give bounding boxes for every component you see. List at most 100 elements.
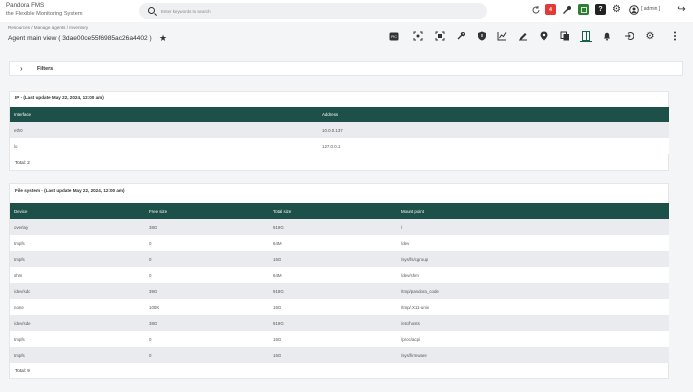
table-cell: lo xyxy=(10,138,318,154)
scan-icon[interactable] xyxy=(412,30,424,42)
table-cell: 919G xyxy=(269,315,397,331)
table-cell: 16G xyxy=(269,331,397,347)
ip-table: Interface Address eth0 10.0.0.137 lo 127… xyxy=(10,107,669,154)
table-cell: /dev/shm xyxy=(397,267,669,283)
bell-icon[interactable] xyxy=(601,30,613,42)
search-input[interactable] xyxy=(161,3,461,19)
table-cell: /sys/firmware xyxy=(397,347,669,363)
table-row: tmpfs 0 64M /dev xyxy=(10,235,669,251)
table-cell: /dev/sdc xyxy=(10,283,145,299)
chevron-right-icon[interactable]: › xyxy=(20,64,23,74)
favorite-star-icon[interactable]: ★ xyxy=(159,33,167,44)
column-header: Interface xyxy=(10,107,318,122)
table-cell: tmpfs xyxy=(10,235,145,251)
table-cell: overlay xyxy=(10,219,145,235)
table-row: tmpfs 0 16G /sys/fs/cgroup xyxy=(10,251,669,267)
logout-icon[interactable]: ↪ xyxy=(676,4,687,15)
location-icon[interactable] xyxy=(538,30,550,42)
table-row: tmpfs 0 16G /proc/acpi xyxy=(10,331,669,347)
table-cell: 100K xyxy=(145,299,269,315)
svg-text:PIC: PIC xyxy=(391,35,397,39)
search-box xyxy=(139,3,487,19)
filters-panel[interactable]: › Filters xyxy=(9,61,683,76)
filesystem-section-title: File system - (Last update May 22, 2024,… xyxy=(15,188,125,193)
user-icon[interactable] xyxy=(628,4,639,15)
brand-tagline: the Flexible Monitoring System xyxy=(6,11,83,17)
table-cell: 38G xyxy=(145,219,269,235)
table-cell: 38G xyxy=(145,315,269,331)
help-icon[interactable]: ? xyxy=(595,4,606,15)
table-cell: tmpfs xyxy=(10,347,145,363)
filesystem-table: Device Free size Total size Mount point … xyxy=(10,203,669,363)
table-row: lo 127.0.0.1 xyxy=(10,138,669,154)
user-name[interactable]: [ admin ] xyxy=(641,4,660,15)
table-cell: 10.0.0.137 xyxy=(318,122,669,138)
brand[interactable]: Pandora FMS the Flexible Monitoring Syst… xyxy=(6,2,82,18)
table-cell: /tmp/.X11-unix xyxy=(397,299,669,315)
table-cell: 919G xyxy=(269,219,397,235)
agent-view-icon[interactable]: PIC xyxy=(388,30,400,42)
table-row: shm 0 64M /dev/shm xyxy=(10,267,669,283)
table-cell: 39G xyxy=(145,283,269,299)
column-header: Mount point xyxy=(397,203,669,219)
table-cell: none xyxy=(10,299,145,315)
table-cell: /sys/fs/cgroup xyxy=(397,251,669,267)
breadcrumb: Resources / Manage agents / Inventory xyxy=(8,25,89,30)
copy-icon[interactable] xyxy=(559,30,571,42)
table-cell: 64M xyxy=(269,235,397,251)
top-bar: Pandora FMS the Flexible Monitoring Syst… xyxy=(0,0,693,22)
shield-icon[interactable] xyxy=(476,30,488,42)
ip-total: Total: 2 xyxy=(15,160,30,165)
inventory-tab-icon[interactable] xyxy=(580,30,592,42)
table-cell: 0 xyxy=(145,267,269,283)
screenshot-icon[interactable] xyxy=(434,30,446,42)
ip-section: IP - (Last update May 22, 2024, 12:00 am… xyxy=(9,91,669,171)
table-cell: 0 xyxy=(145,251,269,267)
table-cell: 16G xyxy=(269,347,397,363)
table-cell: tmpfs xyxy=(10,251,145,267)
more-options-icon[interactable] xyxy=(669,30,681,42)
graph-icon[interactable] xyxy=(496,30,508,42)
edit-icon[interactable] xyxy=(517,30,529,42)
table-cell: 0 xyxy=(145,235,269,251)
search-icon xyxy=(148,7,155,14)
table-cell: 16G xyxy=(269,251,397,267)
table-cell: /dev xyxy=(397,235,669,251)
login-icon[interactable] xyxy=(623,30,635,42)
table-row: overlay 38G 919G / xyxy=(10,219,669,235)
key-icon[interactable] xyxy=(561,4,572,15)
table-row: none 100K 16G /tmp/.X11-unix xyxy=(10,299,669,315)
table-row: /dev/sde 38G 919G /etc/hosts xyxy=(10,315,669,331)
table-cell: 64M xyxy=(269,267,397,283)
table-row: eth0 10.0.0.137 xyxy=(10,122,669,138)
gear-icon[interactable]: ⚙ xyxy=(611,4,622,15)
gear-icon[interactable]: ⚙ xyxy=(644,30,656,42)
refresh-icon[interactable] xyxy=(530,4,541,15)
table-cell: tmpfs xyxy=(10,331,145,347)
table-row: /dev/sdc 39G 918G /tmp/pandora_code xyxy=(10,283,669,299)
table-row: tmpfs 0 16G /sys/firmware xyxy=(10,347,669,363)
table-cell: /dev/sde xyxy=(10,315,145,331)
filesystem-total: Total: 9 xyxy=(15,368,30,373)
table-cell: 127.0.0.1 xyxy=(318,138,669,154)
column-header: Address xyxy=(318,107,669,122)
table-cell: /etc/hosts xyxy=(397,315,669,331)
notification-badge[interactable]: 4 xyxy=(545,4,556,15)
ip-section-title: IP - (Last update May 22, 2024, 12:00 am… xyxy=(15,95,104,100)
table-cell: 0 xyxy=(145,347,269,363)
page-title: Agent main view ( 3dae00ce55f6985ac26a44… xyxy=(8,35,152,42)
table-cell: /proc/acpi xyxy=(397,331,669,347)
module-status-icon[interactable] xyxy=(578,4,589,15)
table-cell: 918G xyxy=(269,283,397,299)
brand-name: Pandora FMS xyxy=(6,2,45,9)
filters-label[interactable]: Filters xyxy=(37,65,53,73)
table-cell: / xyxy=(397,219,669,235)
table-cell: 16G xyxy=(269,299,397,315)
tool-icon[interactable] xyxy=(455,30,467,42)
table-cell: /tmp/pandora_code xyxy=(397,283,669,299)
filesystem-section: File system - (Last update May 22, 2024,… xyxy=(9,183,669,379)
table-cell: eth0 xyxy=(10,122,318,138)
column-header: Total size xyxy=(269,203,397,219)
table-cell: shm xyxy=(10,267,145,283)
column-header: Free size xyxy=(145,203,269,219)
